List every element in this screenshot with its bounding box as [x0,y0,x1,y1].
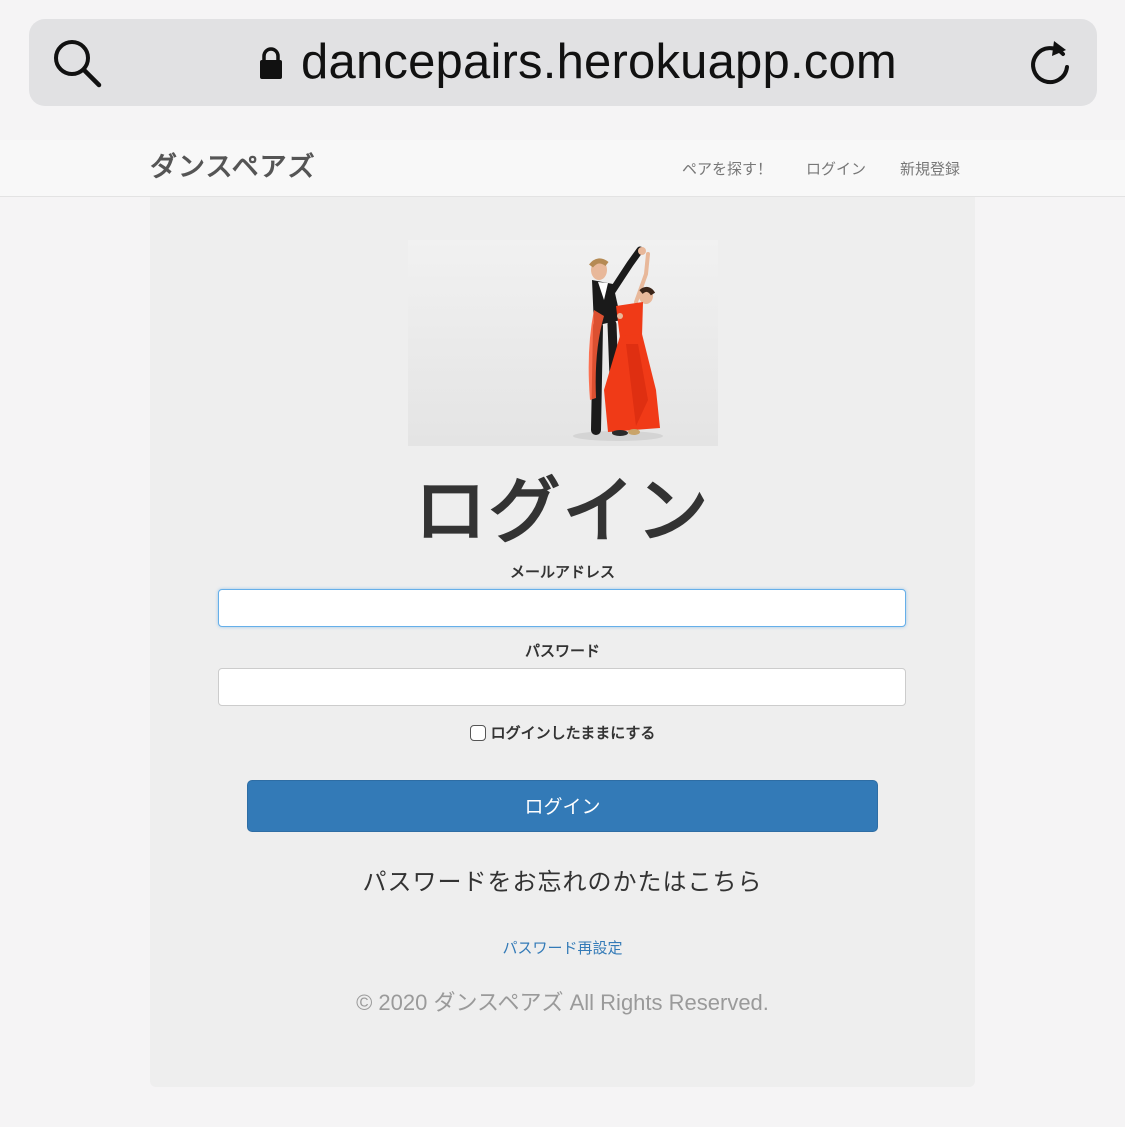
brand-logo[interactable]: ダンスペアズ [150,150,316,186]
login-panel: ログイン メールアドレス パスワード ログインしたままにする ログイン パスワー… [150,197,975,1087]
footer-copyright: © 2020 ダンスペアズ All Rights Reserved. [356,990,769,1015]
remember-me-row: ログインしたままにする [150,722,975,743]
forgot-password-heading: パスワードをお忘れのかたはこちら [362,868,763,896]
nav-link-find-pair[interactable]: ペアを探す！ [682,158,772,179]
nav-link-login[interactable]: ログイン [806,158,866,179]
password-label: パスワード [524,642,600,660]
nav-link-signup[interactable]: 新規登録 [900,158,960,179]
lock-icon [260,46,283,79]
reload-icon[interactable] [1027,37,1073,87]
site-navbar: ダンスペアズ ペアを探す！ ログイン 新規登録 [0,140,1125,197]
email-field[interactable] [218,589,906,627]
page-title: ログイン [414,469,711,553]
browser-address-bar[interactable]: dancepairs.herokuapp.com [29,19,1097,106]
login-submit-button[interactable]: ログイン [247,780,878,832]
url-text[interactable]: dancepairs.herokuapp.com [301,19,897,106]
nav-links: ペアを探す！ ログイン 新規登録 [665,140,977,196]
email-label: メールアドレス [509,563,615,581]
remember-me-label[interactable]: ログインしたままにする [491,722,656,743]
password-field[interactable] [218,668,906,706]
password-reset-link[interactable]: パスワード再設定 [150,937,975,958]
dance-couple-image [408,240,718,446]
remember-me-checkbox[interactable] [469,724,486,741]
